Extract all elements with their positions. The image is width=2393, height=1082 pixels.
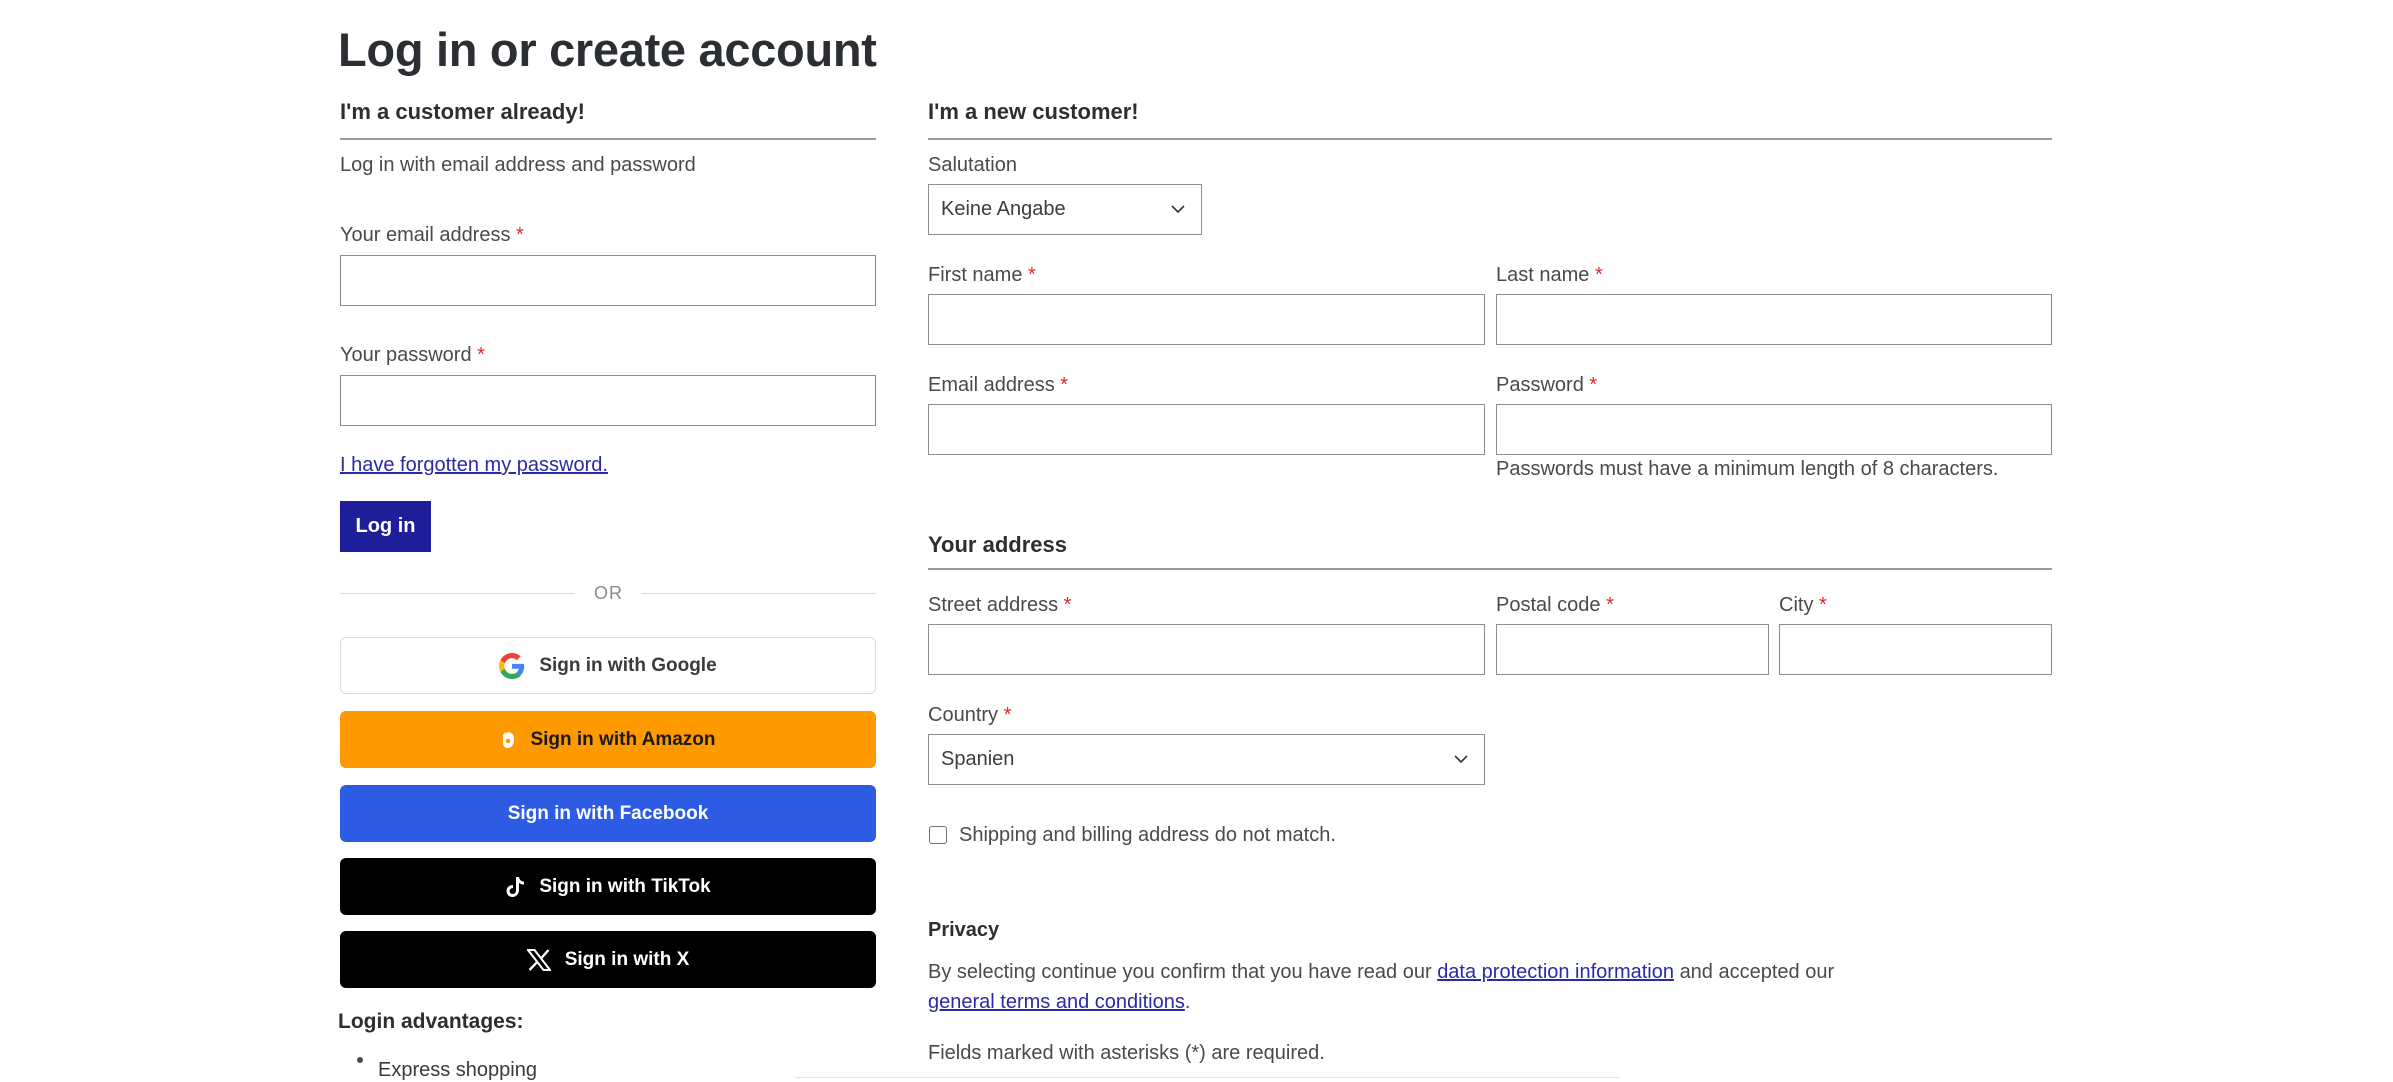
- amazon-icon: [500, 730, 516, 750]
- sign-in-x-label: Sign in with X: [564, 948, 690, 970]
- salutation-label: Salutation: [928, 154, 1017, 176]
- last-name-input[interactable]: [1496, 294, 2052, 345]
- email-label: Your email address *: [340, 224, 524, 246]
- shipping-address-checkbox[interactable]: [929, 826, 947, 844]
- first-name-label: First name *: [928, 264, 1036, 286]
- address-heading-divider: [928, 568, 2052, 570]
- advantage-bullet: [357, 1057, 363, 1063]
- first-name-input[interactable]: [928, 294, 1485, 345]
- login-password-input[interactable]: [340, 375, 876, 426]
- register-email-label: Email address *: [928, 374, 1069, 396]
- sign-in-facebook-button[interactable]: Sign in with Facebook: [340, 785, 876, 842]
- sign-in-google-label: Sign in with Google: [539, 654, 717, 676]
- privacy-heading: Privacy: [928, 919, 1000, 941]
- city-input[interactable]: [1779, 624, 2052, 675]
- privacy-text-part-1: By selecting continue you confirm that y…: [928, 961, 1432, 983]
- salutation-value: Keine Angabe: [941, 198, 1066, 220]
- street-label: Street address *: [928, 594, 1072, 616]
- register-heading: I'm a new customer!: [928, 99, 1139, 124]
- register-password-input[interactable]: [1496, 404, 2052, 455]
- bottom-divider: [795, 1077, 1620, 1078]
- privacy-text-part-2: and accepted our: [1679, 961, 1835, 983]
- register-email-input[interactable]: [928, 404, 1485, 455]
- country-value: Spanien: [941, 748, 1015, 770]
- terms-conditions-link[interactable]: general terms and conditions: [928, 991, 1185, 1013]
- last-name-label: Last name *: [1496, 264, 1603, 286]
- postal-code-label: Postal code *: [1496, 594, 1614, 616]
- tiktok-icon: [505, 876, 525, 898]
- shipping-address-checkbox-label[interactable]: Shipping and billing address do not matc…: [959, 824, 1336, 847]
- privacy-text-part-3: .: [1184, 991, 1191, 1013]
- postal-code-input[interactable]: [1496, 624, 1769, 675]
- or-text: OR: [594, 583, 623, 603]
- chevron-down-icon: [1169, 200, 1187, 218]
- sign-in-x-button[interactable]: Sign in with X: [340, 931, 876, 988]
- salutation-select[interactable]: Keine Angabe: [928, 184, 1202, 235]
- register-password-label: Password *: [1496, 374, 1598, 396]
- login-email-input[interactable]: [340, 255, 876, 306]
- country-select[interactable]: Spanien: [928, 734, 1485, 785]
- login-button[interactable]: Log in: [340, 501, 431, 552]
- advantages-heading: Login advantages:: [338, 1010, 524, 1033]
- password-label: Your password *: [340, 344, 485, 366]
- google-icon: [499, 652, 525, 679]
- page-title: Log in or create account: [338, 23, 877, 76]
- or-divider-left: [340, 593, 575, 594]
- advantage-item: Express shopping: [378, 1059, 537, 1081]
- privacy-text-line-1: By selecting continue you confirm that y…: [928, 961, 1834, 984]
- address-heading: Your address: [928, 532, 1067, 557]
- login-intro: Log in with email address and password: [340, 154, 696, 176]
- privacy-text-line-2: general terms and conditions.: [928, 991, 1190, 1014]
- chevron-down-icon: [1452, 750, 1470, 768]
- city-label: City *: [1779, 594, 1827, 616]
- x-icon: [526, 948, 551, 971]
- sign-in-facebook-label: Sign in with Facebook: [507, 802, 709, 824]
- country-label: Country *: [928, 704, 1012, 726]
- login-heading-divider: [340, 138, 876, 140]
- login-heading: I'm a customer already!: [340, 99, 585, 124]
- forgot-password-link[interactable]: I have forgotten my password.: [340, 454, 608, 477]
- or-divider-right: [641, 593, 876, 594]
- sign-in-tiktok-label: Sign in with TikTok: [539, 875, 711, 897]
- street-input[interactable]: [928, 624, 1485, 675]
- required-fields-note: Fields marked with asterisks (*) are req…: [928, 1042, 1325, 1064]
- sign-in-amazon-label: Sign in with Amazon: [530, 728, 716, 750]
- data-protection-link[interactable]: data protection information: [1437, 961, 1674, 983]
- password-hint: Passwords must have a minimum length of …: [1496, 458, 1999, 480]
- sign-in-google-button[interactable]: Sign in with Google: [340, 637, 876, 694]
- sign-in-tiktok-button[interactable]: Sign in with TikTok: [340, 858, 876, 915]
- sign-in-amazon-button[interactable]: Sign in with Amazon: [340, 711, 876, 768]
- register-heading-divider: [928, 138, 2052, 140]
